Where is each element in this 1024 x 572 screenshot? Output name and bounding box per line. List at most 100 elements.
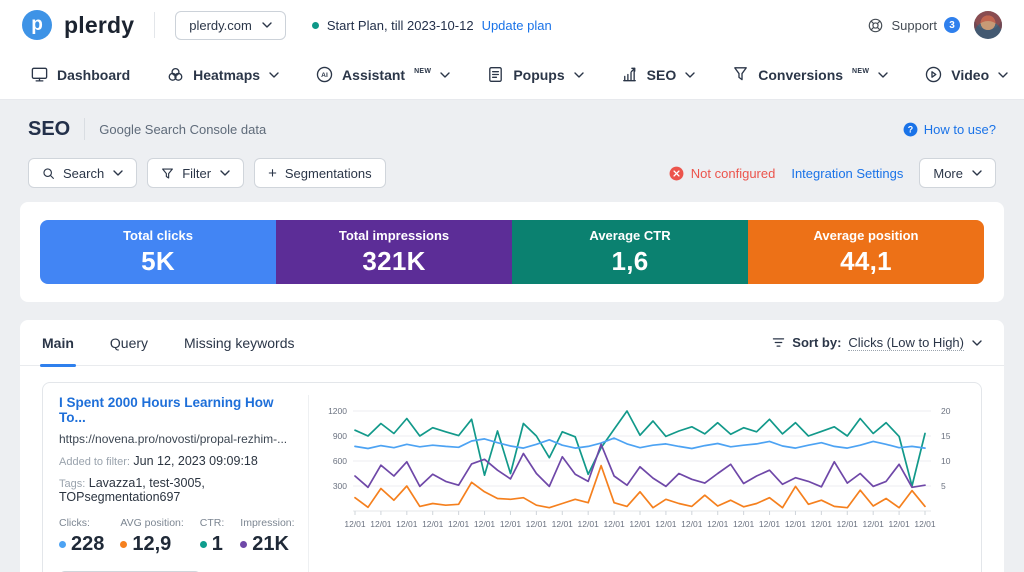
user-avatar[interactable]: [974, 11, 1002, 39]
filter-icon: [161, 167, 174, 180]
svg-text:12/01: 12/01: [370, 519, 392, 529]
sort-control[interactable]: Sort by: Clicks (Low to High): [772, 335, 982, 351]
nav-item-video[interactable]: Video: [924, 65, 1008, 84]
new-badge: NEW: [414, 68, 431, 75]
svg-text:12/01: 12/01: [578, 519, 600, 529]
nav-item-popups[interactable]: Popups: [486, 65, 583, 84]
metric-number: 228: [71, 533, 104, 556]
chevron-down-icon: [220, 170, 230, 176]
search-icon: [42, 167, 55, 180]
tab-main[interactable]: Main: [42, 320, 74, 366]
how-to-use-label: How to use?: [924, 122, 996, 137]
svg-text:12/01: 12/01: [655, 519, 677, 529]
error-circle-icon: [669, 166, 684, 181]
support-menu[interactable]: Support 3: [867, 17, 960, 34]
nav-label: Heatmaps: [193, 67, 260, 83]
metric-impression: Impression: 21K: [240, 517, 294, 556]
nav-item-seo[interactable]: SEO: [620, 65, 696, 84]
svg-text:12/01: 12/01: [785, 519, 807, 529]
segmentations-button[interactable]: + Segmentations: [254, 158, 386, 188]
nav-item-heatmaps[interactable]: Heatmaps: [166, 65, 279, 84]
svg-text:12/01: 12/01: [344, 519, 366, 529]
chevron-down-icon: [440, 72, 450, 78]
svg-text:10: 10: [941, 456, 951, 466]
item-tags: Tags: Lavazza1, test-3005, TOPsegmentati…: [59, 476, 296, 504]
seo-icon: [620, 65, 639, 84]
svg-text:12/01: 12/01: [707, 519, 729, 529]
life-ring-icon: [867, 17, 884, 34]
svg-text:12/01: 12/01: [448, 519, 470, 529]
assistant-icon: AI: [315, 65, 334, 84]
nav-label: SEO: [647, 67, 677, 83]
popups-icon: [486, 65, 505, 84]
metric-dot: [200, 541, 207, 548]
item-url: https://novena.pro/novosti/propal-rezhim…: [59, 432, 296, 446]
tab-query[interactable]: Query: [110, 320, 148, 366]
result-item: I Spent 2000 Hours Learning How To... ht…: [42, 382, 982, 572]
tabs-row: Main Query Missing keywords Sort by: Cli…: [20, 320, 1004, 366]
svg-text:12/01: 12/01: [863, 519, 885, 529]
svg-text:600: 600: [333, 456, 347, 466]
meta-label: Tags:: [59, 478, 85, 490]
domain-select-value: plerdy.com: [189, 18, 252, 33]
plus-icon: +: [268, 165, 277, 182]
search-label: Search: [63, 166, 104, 181]
stat-value: 5K: [141, 246, 175, 277]
video-icon: [924, 65, 943, 84]
stat-label: Average position: [814, 228, 919, 243]
page-header: SEO Google Search Console data ? How to …: [20, 110, 1004, 148]
svg-text:12/01: 12/01: [526, 519, 548, 529]
svg-text:12/01: 12/01: [681, 519, 703, 529]
nav-label: Assistant: [342, 67, 405, 83]
nav-item-dashboard[interactable]: Dashboard: [30, 65, 130, 84]
metric-label: CTR:: [200, 517, 225, 529]
domain-select[interactable]: plerdy.com: [175, 11, 286, 40]
stat-value: 44,1: [840, 246, 892, 277]
sort-label: Sort by:: [792, 335, 841, 350]
main-nav: Dashboard Heatmaps AI Assistant NEW Popu…: [0, 50, 1024, 100]
svg-text:12/01: 12/01: [396, 519, 418, 529]
update-plan-link[interactable]: Update plan: [482, 18, 552, 33]
nav-item-assistant[interactable]: AI Assistant NEW: [315, 65, 450, 84]
stat-total-impressions: Total impressions 321K: [276, 220, 512, 284]
stat-average-position: Average position 44,1: [748, 220, 984, 284]
dashboard-icon: [30, 65, 49, 84]
metric-label: Impression:: [240, 517, 294, 529]
item-added-to-filter: Added to filter: Jun 12, 2023 09:09:18: [59, 454, 296, 468]
toolbar-right: Not configured Integration Settings More: [669, 158, 996, 188]
plan-status-text: Start Plan, till 2023-10-12: [327, 18, 474, 33]
nav-item-conversions[interactable]: Conversions NEW: [731, 65, 888, 84]
item-info: I Spent 2000 Hours Learning How To... ht…: [59, 395, 309, 572]
not-configured-label: Not configured: [691, 166, 776, 181]
page-subtitle: Google Search Console data: [99, 122, 266, 137]
svg-text:300: 300: [333, 481, 347, 491]
results-section: Main Query Missing keywords Sort by: Cli…: [20, 320, 1004, 572]
svg-text:12/01: 12/01: [500, 519, 522, 529]
plerdy-logo-icon: p: [22, 10, 52, 40]
chevron-down-icon: [269, 72, 279, 78]
integration-settings-link[interactable]: Integration Settings: [791, 166, 903, 181]
chevron-down-icon: [685, 72, 695, 78]
more-label: More: [933, 166, 963, 181]
toolbar: Search Filter + Segmentations Not config…: [28, 156, 996, 190]
nav-label: Popups: [513, 67, 564, 83]
tab-missing-keywords[interactable]: Missing keywords: [184, 320, 294, 366]
more-button[interactable]: More: [919, 158, 996, 188]
chevron-down-icon: [113, 170, 123, 176]
sort-icon: [772, 337, 785, 348]
segmentations-label: Segmentations: [285, 166, 372, 181]
metric-dot: [120, 541, 127, 548]
metric-number: 12,9: [132, 533, 171, 556]
filter-button[interactable]: Filter: [147, 158, 244, 188]
search-button[interactable]: Search: [28, 158, 137, 188]
nav-label: Video: [951, 67, 989, 83]
plan-status: Start Plan, till 2023-10-12 Update plan: [312, 18, 552, 33]
divider: [84, 118, 85, 140]
filter-label: Filter: [182, 166, 211, 181]
metric-label: Clicks:: [59, 517, 104, 529]
metric-dot: [59, 541, 66, 548]
item-title-link[interactable]: I Spent 2000 Hours Learning How To...: [59, 395, 296, 425]
how-to-use-link[interactable]: ? How to use?: [903, 122, 996, 137]
meta-value: Jun 12, 2023 09:09:18: [133, 454, 257, 468]
stat-total-clicks: Total clicks 5K: [40, 220, 276, 284]
